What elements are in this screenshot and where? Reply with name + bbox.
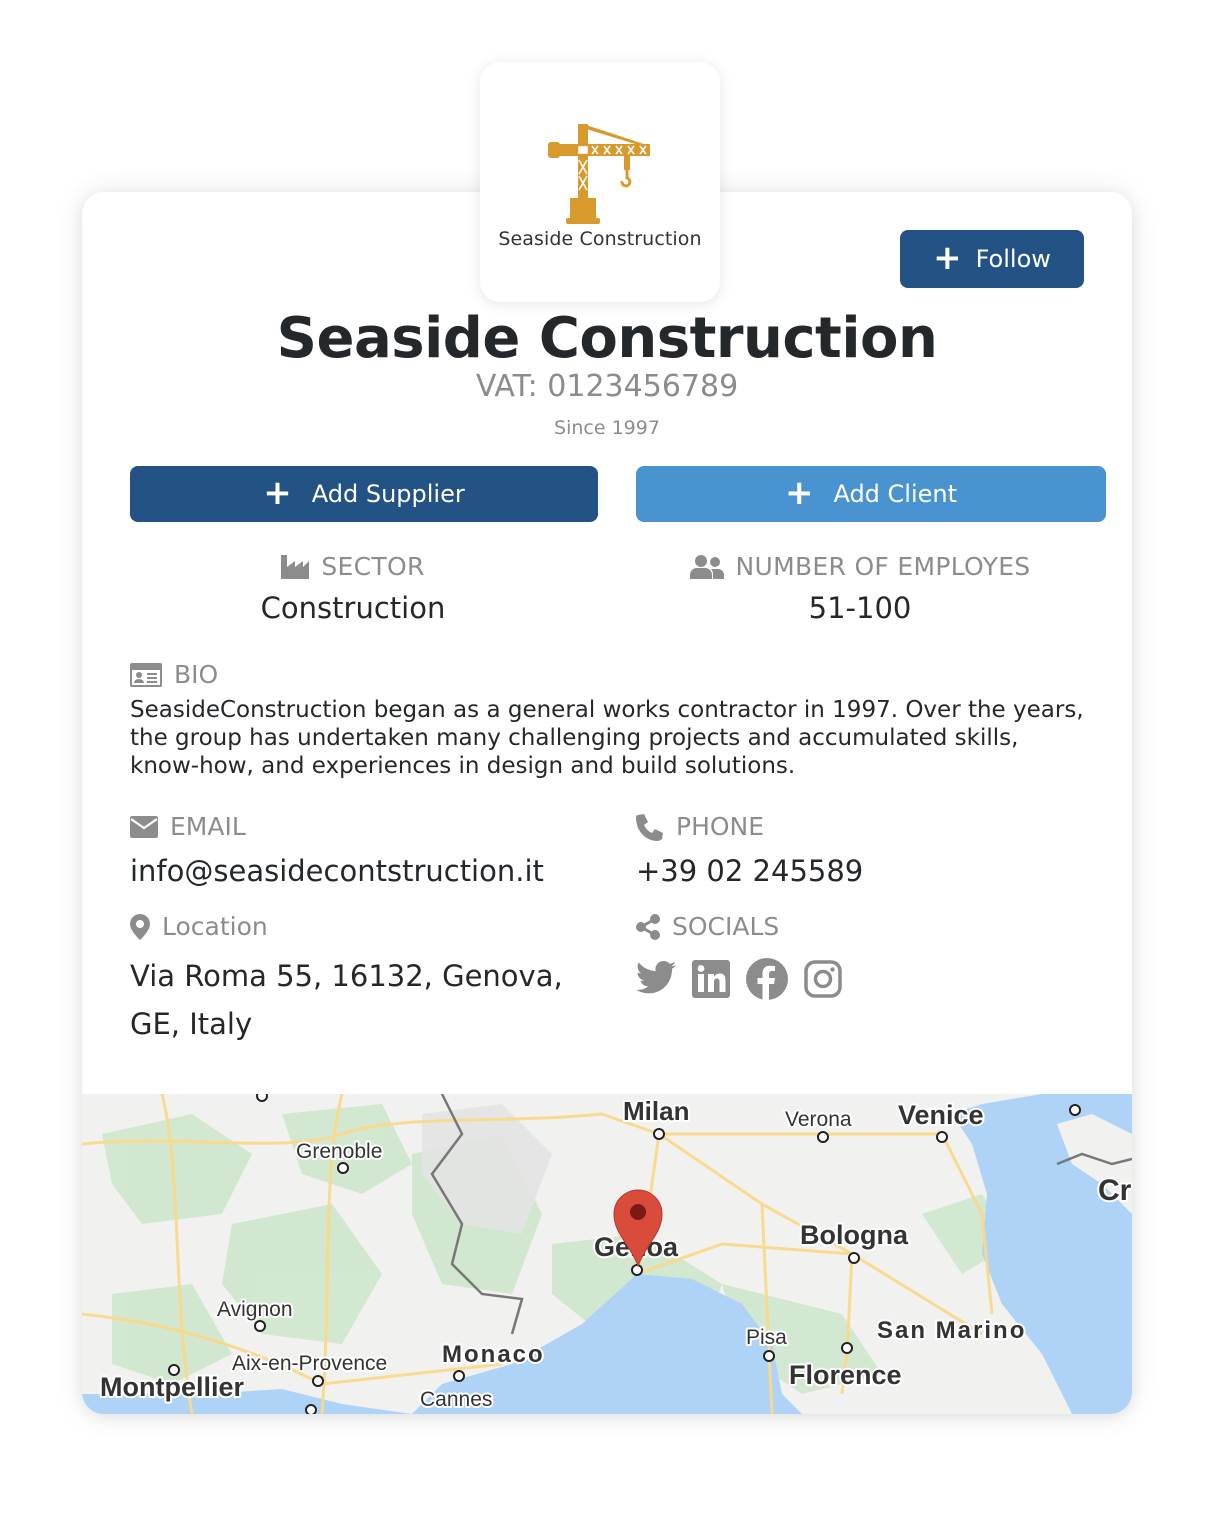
location-map[interactable]: Milan Verona Venice Cr Grenoble Genoa Bo…: [82, 1094, 1132, 1414]
phone-value[interactable]: +39 02 245589: [636, 854, 863, 888]
social-links: [636, 958, 842, 1000]
map-canvas[interactable]: Milan Verona Venice Cr Grenoble Genoa Bo…: [82, 1094, 1132, 1414]
add-client-label: Add Client: [833, 480, 958, 508]
city-label: Pisa: [746, 1326, 787, 1349]
company-logo: Seaside Construction: [480, 62, 720, 302]
phone-label: PHONE: [676, 812, 765, 841]
city-dot: [763, 1350, 775, 1362]
crane-icon: [548, 124, 650, 224]
city-label: Cr: [1098, 1174, 1132, 1207]
envelope-icon: [130, 815, 158, 838]
city-dot: [817, 1131, 829, 1143]
add-supplier-label: Add Supplier: [311, 480, 465, 508]
employees-stat: NUMBER OF EMPLOYES 51-100: [625, 552, 1095, 625]
sector-value: Construction: [260, 591, 446, 625]
linkedin-icon[interactable]: [692, 960, 730, 998]
city-label: Monaco: [442, 1341, 545, 1368]
map-pin-icon: [130, 913, 150, 940]
twitter-icon[interactable]: [636, 961, 676, 997]
add-client-button[interactable]: + Add Client: [636, 466, 1106, 522]
logo-text: Seaside Construction: [498, 228, 702, 250]
company-profile-card: + Follow Seaside Construction VAT: 01234…: [82, 192, 1132, 1414]
bio-text: SeasideConstruction began as a general w…: [130, 697, 1084, 779]
city-label: Avignon: [217, 1298, 293, 1321]
users-icon: [689, 554, 724, 579]
city-label: Milan: [623, 1096, 689, 1126]
city-dot: [254, 1320, 266, 1332]
share-icon: [636, 913, 660, 940]
city-dot: [653, 1128, 665, 1140]
phone-icon: [636, 813, 663, 841]
email-value[interactable]: info@seasidecontstruction.it: [130, 854, 544, 888]
socials-heading: SOCIALS: [636, 912, 779, 941]
city-label: San Marino: [877, 1317, 1026, 1344]
city-label: Verona: [785, 1108, 852, 1131]
city-dot: [453, 1370, 465, 1382]
city-dot: [1069, 1104, 1081, 1116]
location-label: Location: [162, 912, 268, 941]
city-label: Aix-en-Provence: [232, 1352, 387, 1375]
location-value: Via Roma 55, 16132, Genova, GE, Italy: [130, 959, 563, 1041]
bio-label: BIO: [174, 660, 219, 689]
vat-number: VAT: 0123456789: [475, 369, 739, 404]
founded-year: Since 1997: [554, 417, 660, 439]
city-label: Venice: [898, 1100, 984, 1130]
city-label: Cannes: [420, 1388, 492, 1411]
city-dot: [305, 1404, 317, 1414]
city-dot: [841, 1342, 853, 1354]
instagram-icon[interactable]: [804, 960, 842, 998]
socials-label: SOCIALS: [672, 912, 780, 941]
plus-icon: +: [263, 472, 292, 513]
city-dot: [337, 1162, 349, 1174]
industry-icon: [281, 554, 310, 579]
employees-label: NUMBER OF EMPLOYES: [735, 552, 1031, 581]
plus-icon: +: [933, 237, 962, 278]
follow-button[interactable]: + Follow: [900, 230, 1084, 288]
employees-value: 51-100: [808, 591, 912, 625]
phone-heading: PHONE: [636, 812, 764, 841]
city-label: Florence: [789, 1360, 902, 1390]
sector-stat: SECTOR Construction: [118, 552, 588, 625]
company-name: Seaside Construction: [276, 306, 938, 371]
city-dot: [848, 1252, 860, 1264]
plus-icon: +: [784, 472, 814, 513]
bio-heading: BIO: [130, 660, 218, 689]
city-dot: [256, 1094, 268, 1102]
facebook-icon[interactable]: [746, 958, 788, 1000]
city-dot: [936, 1131, 948, 1143]
email-label: EMAIL: [170, 812, 246, 841]
city-dot: [631, 1264, 643, 1276]
location-heading: Location: [130, 912, 268, 941]
add-supplier-button[interactable]: + Add Supplier: [130, 466, 598, 522]
city-label: Bologna: [800, 1220, 909, 1250]
id-card-icon: [130, 662, 162, 687]
city-label: Grenoble: [296, 1140, 382, 1163]
follow-label: Follow: [975, 245, 1051, 273]
city-label: Montpellier: [100, 1372, 244, 1402]
city-dot: [312, 1375, 324, 1387]
sector-label: SECTOR: [321, 552, 425, 581]
email-heading: EMAIL: [130, 812, 246, 841]
